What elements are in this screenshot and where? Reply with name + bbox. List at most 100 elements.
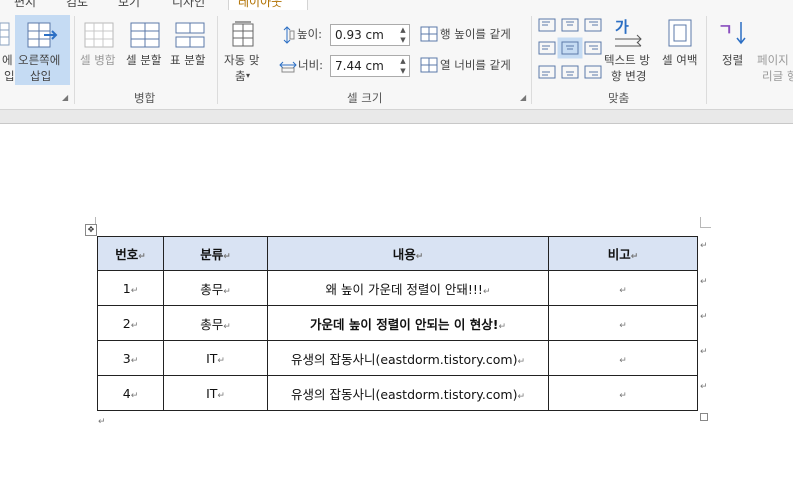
merge-cells-button[interactable]: 셀 병합 — [80, 53, 115, 68]
table-cell[interactable]: 1↵ — [97, 270, 164, 306]
cell-end-mark: ↵ — [619, 355, 627, 366]
cell-text: 2 — [122, 315, 131, 331]
table-cell[interactable]: 총무↵ — [163, 305, 268, 341]
insert-left-label-2: 입 — [4, 69, 15, 83]
table-cell[interactable]: 3↵ — [97, 340, 164, 376]
header-cell[interactable]: 번호↵ — [97, 236, 164, 271]
height-down-icon[interactable]: ▼ — [399, 36, 407, 44]
width-down-icon[interactable]: ▼ — [399, 67, 407, 75]
alignment-grid[interactable] — [538, 18, 602, 86]
split-table-button[interactable]: 표 분할 — [170, 53, 205, 68]
tab-mailings[interactable]: 편지 — [14, 0, 36, 10]
table-cell[interactable]: 2↵ — [97, 305, 164, 341]
cell-end-mark: ↵ — [130, 390, 139, 401]
repeat-header-label-2[interactable]: 리글 형 — [762, 69, 793, 84]
cell-end-mark: ↵ — [619, 390, 627, 401]
cell-end-mark: ↵ — [130, 355, 139, 366]
table-row: 2↵ 총무↵ 가운데 높이 정렬이 안되는 이 현상!↵ ↵ — [97, 305, 698, 341]
cell-end-mark: ↵ — [223, 321, 231, 332]
group-separator — [74, 16, 75, 104]
cell-text: 4 — [122, 385, 131, 401]
distribute-columns-button[interactable]: 열 너비를 같게 — [440, 58, 511, 73]
distribute-rows-button[interactable]: 행 높이를 같게 — [440, 27, 511, 42]
table-cell[interactable]: 가운데 높이 정렬이 안되는 이 현상!↵ — [267, 305, 549, 341]
autofit-label-1[interactable]: 자동 맞 — [224, 53, 259, 68]
cell-end-mark: ↵ — [619, 285, 627, 296]
cell-end-mark: ↵ — [482, 286, 491, 297]
column-width-icon — [279, 57, 297, 77]
rows-columns-launcher-icon[interactable]: ◢ — [62, 93, 68, 102]
cell-text: 유생의 잡동사니(eastdorm.tistory.com) — [290, 351, 518, 367]
table-cell[interactable]: ↵ — [548, 340, 698, 376]
margin-corner-mark — [700, 217, 711, 228]
cell-size-group-title: 셀 크기 — [347, 91, 383, 105]
cell-text: IT — [206, 385, 218, 401]
cell-text: 왜 높이 가운데 정렬이 안돼!!! — [325, 281, 483, 297]
group-separator — [706, 16, 707, 104]
header-category: 분류 — [200, 247, 224, 262]
cell-end-mark: ↵ — [415, 252, 424, 262]
cell-end-mark: ↵ — [517, 391, 526, 402]
table-cell[interactable]: 왜 높이 가운데 정렬이 안돼!!!↵ — [267, 270, 549, 306]
insert-left-icon[interactable] — [0, 22, 10, 50]
cell-end-mark: ↵ — [517, 356, 526, 367]
table-cell[interactable]: ↵ — [548, 375, 698, 411]
cell-text: IT — [206, 350, 218, 366]
group-separator — [217, 16, 218, 104]
table-cell[interactable]: 유생의 잡동사니(eastdorm.tistory.com)↵ — [267, 340, 549, 376]
header-cell[interactable]: 내용↵ — [267, 236, 549, 271]
cell-end-mark: ↵ — [223, 252, 231, 262]
cell-end-mark: ↵ — [619, 320, 627, 331]
width-up-icon[interactable]: ▲ — [399, 57, 407, 65]
merge-cells-icon — [84, 22, 114, 52]
row-end-mark: ↵ — [700, 382, 708, 392]
table-cell[interactable]: 총무↵ — [163, 270, 268, 306]
table-cell[interactable]: 4↵ — [97, 375, 164, 411]
paragraph-mark: ↵ — [98, 417, 106, 427]
distribute-columns-icon — [420, 57, 438, 77]
alignment-group-title: 맞춤 — [608, 91, 630, 105]
table-move-handle-icon[interactable]: ✥ — [85, 224, 97, 236]
group-separator — [531, 16, 532, 104]
autofit-label-2[interactable]: 춤 — [235, 69, 246, 84]
row-end-mark: ↵ — [700, 347, 708, 357]
header-cell[interactable]: 분류↵ — [163, 236, 268, 271]
insert-right-icon — [27, 22, 59, 52]
autofit-dropdown-icon[interactable]: ▾ — [246, 68, 250, 83]
height-input[interactable]: 0.93 cm ▲ ▼ — [330, 24, 410, 46]
cell-end-mark: ↵ — [223, 286, 231, 297]
table-cell[interactable]: ↵ — [548, 270, 698, 306]
cell-text: 총무 — [200, 316, 224, 332]
height-up-icon[interactable]: ▲ — [399, 26, 407, 34]
document-table[interactable]: 번호↵ 분류↵ 내용↵ 비고↵ 1↵ 총무↵ 왜 높이 가운데 정렬이 안돼!!… — [97, 236, 698, 411]
repeat-header-label-1[interactable]: 페이지 — [757, 53, 789, 68]
table-cell[interactable]: ↵ — [548, 305, 698, 341]
tab-strip: 편지 검토 보기 디자인 레이아웃 — [0, 0, 793, 10]
height-value: 0.93 cm — [335, 28, 384, 42]
row-end-mark: ↵ — [700, 241, 708, 251]
merge-group-title: 병합 — [134, 91, 156, 105]
insert-right-label-2: 삽입 — [30, 69, 52, 83]
table-cell[interactable]: 유생의 잡동사니(eastdorm.tistory.com)↵ — [267, 375, 549, 411]
sort-glyph: ㄱ — [718, 20, 733, 39]
text-direction-glyph: 가 — [615, 18, 629, 36]
split-cells-button[interactable]: 셀 분할 — [126, 53, 161, 68]
tab-view[interactable]: 보기 — [118, 0, 140, 10]
cell-margins-button[interactable]: 셀 여백 — [662, 53, 697, 68]
width-input[interactable]: 7.44 cm ▲ ▼ — [330, 55, 410, 77]
sort-button[interactable]: 정렬 — [722, 53, 743, 68]
cell-text: 1 — [122, 280, 131, 296]
table-resize-handle[interactable] — [700, 413, 708, 421]
cell-text: 총무 — [200, 281, 224, 297]
tab-layout[interactable]: 레이아웃 — [238, 0, 282, 10]
cell-size-launcher-icon[interactable]: ◢ — [520, 93, 526, 102]
tab-design[interactable]: 디자인 — [172, 0, 205, 10]
table-cell[interactable]: IT↵ — [163, 375, 268, 411]
ribbon: 편지 검토 보기 디자인 레이아웃 에 입 오른쪽에 삽입 ◢ 셀 병합 셀 분… — [0, 0, 793, 110]
cell-end-mark: ↵ — [630, 252, 639, 262]
text-direction-label-2[interactable]: 향 변경 — [611, 69, 646, 84]
text-direction-label-1[interactable]: 텍스트 방 — [604, 53, 650, 68]
table-cell[interactable]: IT↵ — [163, 340, 268, 376]
tab-review[interactable]: 검토 — [66, 0, 88, 10]
header-cell[interactable]: 비고↵ — [548, 236, 698, 271]
